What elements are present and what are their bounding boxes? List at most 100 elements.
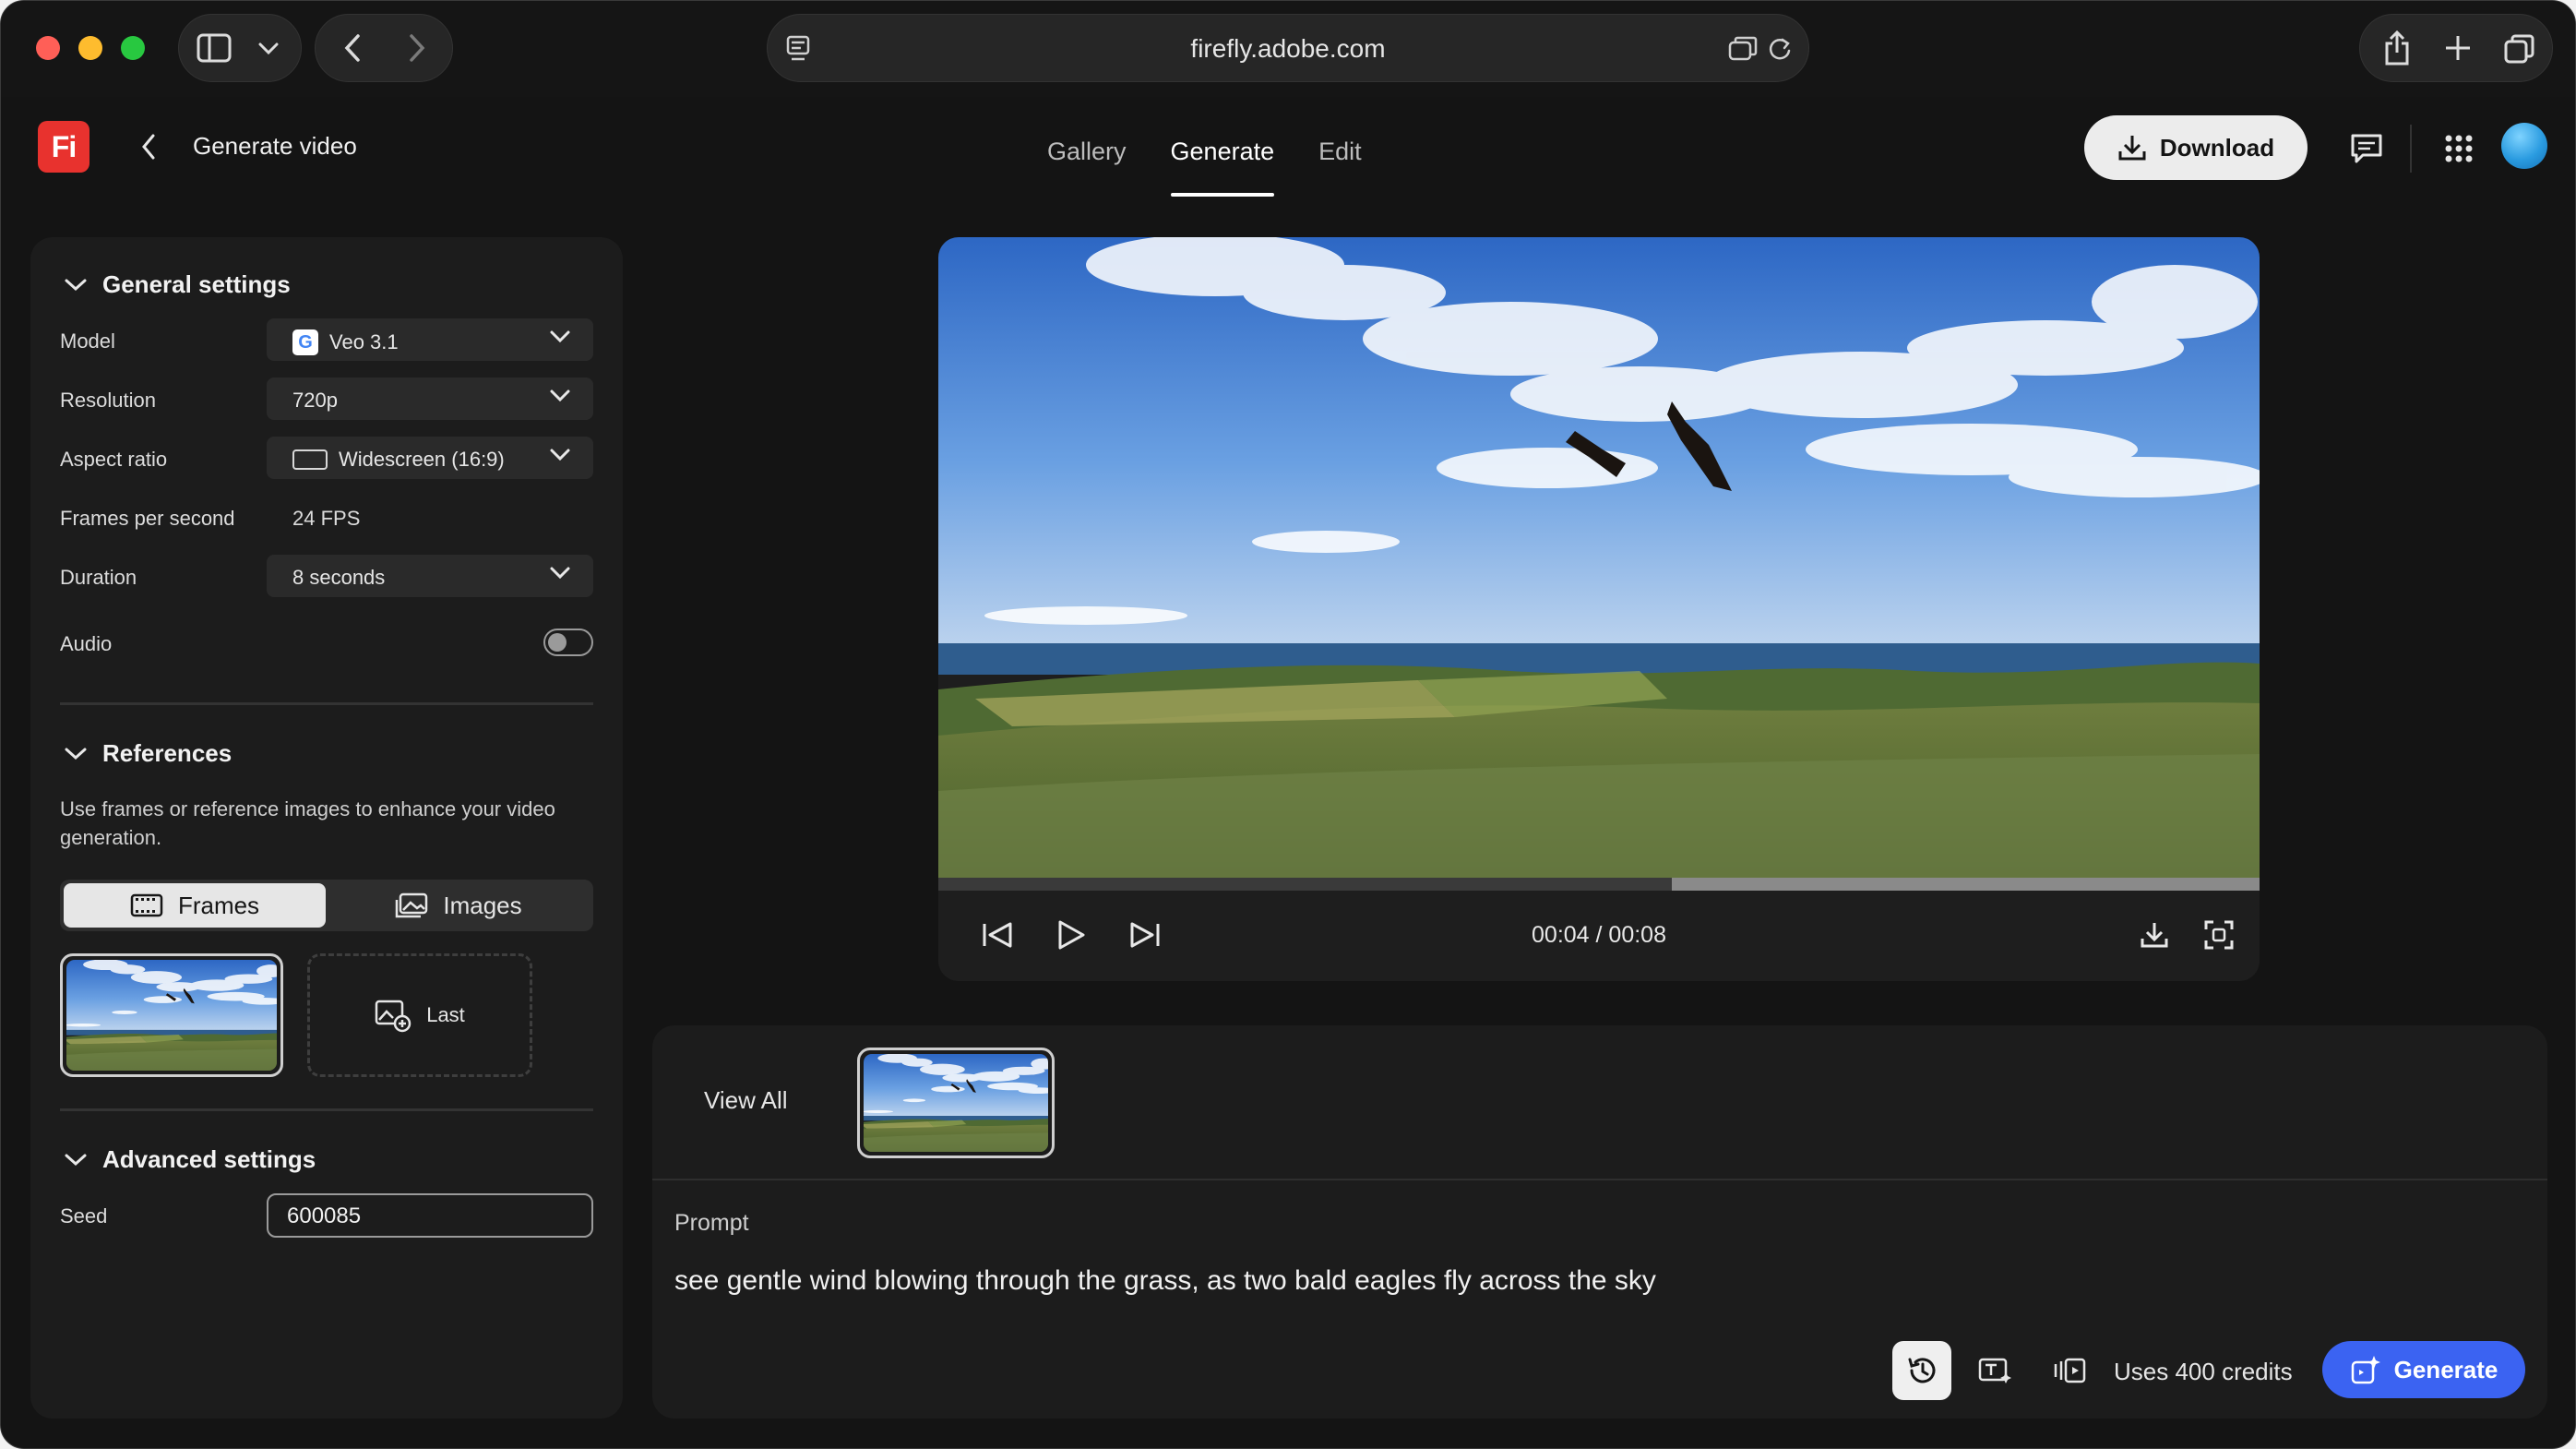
window-zoom-button[interactable]	[121, 36, 145, 60]
player-controls: 00:04 / 00:08	[938, 891, 2260, 981]
main-tabs: Gallery Generate Edit	[1025, 97, 1384, 200]
window-close-button[interactable]	[36, 36, 60, 60]
prompt-input[interactable]: see gentle wind blowing through the gras…	[674, 1265, 1656, 1297]
chevron-left-icon	[142, 134, 155, 160]
chevron-down-icon	[65, 748, 87, 760]
prompt-label: Prompt	[674, 1210, 749, 1236]
video-style-icon	[2054, 1358, 2086, 1383]
download-icon[interactable]	[2134, 915, 2175, 955]
settings-panel: General settings Model G Veo 3.1 Resolut…	[30, 237, 623, 1419]
url-text[interactable]: firefly.adobe.com	[768, 34, 1808, 64]
address-bar[interactable]: firefly.adobe.com	[767, 14, 1809, 82]
style-presets-button[interactable]	[2040, 1341, 2099, 1400]
references-title: References	[102, 739, 233, 767]
first-frame-thumbnail[interactable]	[60, 953, 283, 1077]
prompt-panel: View All Prompt see gentle wind blowing …	[652, 1025, 2547, 1419]
text-sparkle-icon	[1978, 1358, 2011, 1383]
app-header: Fi Generate video Gallery Generate Edit …	[1, 97, 2575, 200]
seed-input[interactable]: 600085	[267, 1193, 593, 1238]
history-nav-group	[315, 14, 453, 82]
browser-window: firefly.adobe.com Fi Generate video Gall…	[0, 0, 2576, 1449]
model-select[interactable]: G Veo 3.1	[267, 318, 593, 361]
model-value: Veo 3.1	[329, 330, 399, 353]
frames-mode-button[interactable]: Frames	[64, 883, 326, 928]
general-settings-title: General settings	[102, 270, 291, 298]
resolution-select[interactable]: 720p	[267, 377, 593, 420]
chevron-down-icon	[65, 279, 87, 291]
panel-divider	[652, 1179, 2547, 1180]
section-divider	[60, 1108, 593, 1111]
enhance-prompt-button[interactable]	[1966, 1341, 2025, 1400]
share-icon[interactable]	[2379, 30, 2415, 66]
reload-icon[interactable]	[1764, 33, 1795, 65]
back-arrow-icon[interactable]	[336, 31, 369, 65]
last-frame-slot[interactable]: Last	[307, 953, 532, 1077]
duration-value: 8 seconds	[292, 566, 386, 589]
sidebar-toggle-group	[178, 14, 302, 82]
view-all-link[interactable]: View All	[704, 1086, 788, 1115]
advanced-settings-toggle[interactable]: Advanced settings	[64, 1145, 316, 1174]
duration-select[interactable]: 8 seconds	[267, 555, 593, 597]
duration-label: Duration	[60, 566, 137, 589]
prompt-history-button[interactable]	[1892, 1341, 1951, 1400]
generate-button[interactable]: Generate	[2322, 1341, 2525, 1398]
browser-toolbar: firefly.adobe.com	[1, 1, 2575, 97]
audio-toggle[interactable]	[543, 629, 593, 656]
download-button[interactable]: Download	[2084, 115, 2308, 180]
fps-value: 24 FPS	[292, 507, 361, 530]
model-label: Model	[60, 329, 115, 353]
tab-overview-icon[interactable]	[2502, 31, 2537, 66]
page-title: Generate video	[193, 132, 357, 160]
apps-grid-icon[interactable]	[2440, 130, 2477, 167]
credits-label: Uses 400 credits	[2114, 1358, 2293, 1385]
images-icon	[396, 892, 428, 918]
images-mode-button[interactable]: Images	[328, 883, 590, 928]
comment-icon[interactable]	[2348, 130, 2385, 167]
tab-edit[interactable]: Edit	[1296, 97, 1384, 200]
tab-gallery[interactable]: Gallery	[1025, 97, 1149, 200]
sidebar-icon[interactable]	[196, 31, 233, 65]
reference-mode-switch: Frames Images	[60, 880, 593, 931]
fullscreen-icon[interactable]	[2199, 915, 2239, 955]
references-description: Use frames or reference images to enhanc…	[60, 797, 555, 849]
toggle-knob	[548, 633, 566, 652]
video-player[interactable]: 00:04 / 00:08	[938, 237, 2260, 981]
generate-sparkle-icon	[2351, 1356, 2380, 1384]
add-image-icon	[375, 1000, 411, 1033]
back-button[interactable]	[132, 130, 165, 163]
first-frame-image	[66, 960, 277, 1071]
timecode: 00:04 / 00:08	[1532, 922, 1666, 948]
frames-label: Frames	[177, 891, 260, 919]
widescreen-icon	[292, 449, 328, 470]
generation-thumbnail[interactable]	[857, 1048, 1055, 1158]
firefly-logo[interactable]: Fi	[38, 121, 89, 173]
advanced-settings-title: Advanced settings	[102, 1145, 316, 1173]
window-minimize-button[interactable]	[78, 36, 102, 60]
forward-arrow-icon[interactable]	[400, 31, 434, 65]
resolution-value: 720p	[292, 389, 338, 412]
window-actions-group	[2359, 14, 2553, 82]
download-label: Download	[2159, 133, 2275, 162]
resolution-label: Resolution	[60, 389, 156, 412]
new-tab-icon[interactable]	[2441, 31, 2475, 65]
chevron-down-icon	[550, 449, 570, 461]
playback-progress-fill	[938, 878, 1672, 891]
fps-label: Frames per second	[60, 507, 235, 530]
aspect-ratio-select[interactable]: Widescreen (16:9)	[267, 437, 593, 479]
general-settings-toggle[interactable]: General settings	[64, 270, 291, 299]
images-label: Images	[443, 891, 522, 919]
avatar[interactable]	[2501, 123, 2547, 169]
aspect-ratio-value: Widescreen (16:9)	[339, 448, 505, 471]
chevron-down-icon[interactable]	[253, 35, 284, 63]
google-logo-icon: G	[292, 329, 318, 355]
tab-overview-icon[interactable]	[1727, 33, 1759, 65]
tab-generate[interactable]: Generate	[1149, 97, 1297, 200]
references-toggle[interactable]: References	[64, 739, 232, 768]
playback-progress-bar[interactable]	[938, 878, 2260, 891]
chevron-down-icon	[65, 1154, 87, 1166]
generate-label: Generate	[2393, 1355, 2498, 1383]
last-frame-label: Last	[426, 1003, 465, 1026]
aspect-ratio-label: Aspect ratio	[60, 448, 168, 471]
chevron-down-icon	[550, 567, 570, 580]
video-frame	[938, 237, 2260, 880]
